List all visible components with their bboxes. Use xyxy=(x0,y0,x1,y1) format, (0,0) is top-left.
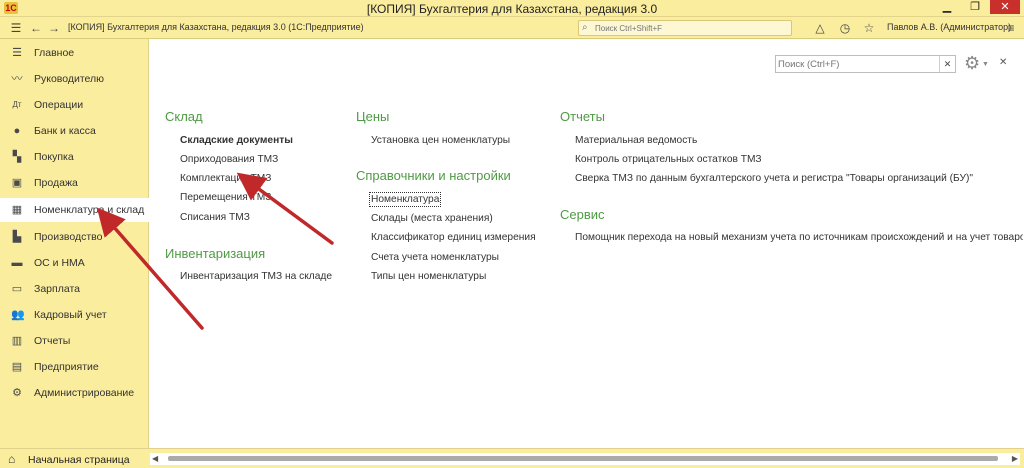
chart-icon: 〰 xyxy=(11,73,23,85)
global-search-input[interactable] xyxy=(595,22,787,34)
sidebar-item-label: Администрирование xyxy=(34,387,135,399)
sidebar-item-os-nma[interactable]: ▬ ОС и НМА xyxy=(0,251,149,275)
link-inventarizatsiya[interactable]: Инвентаризация ТМЗ на складе xyxy=(180,271,332,282)
link-spisaniya[interactable]: Списания ТМЗ xyxy=(180,212,250,223)
sidebar-item-glavnoe[interactable]: ☰ Главное xyxy=(0,41,149,65)
home-tab[interactable]: ⌂ Начальная страница xyxy=(0,449,149,468)
sidebar-item-kadry[interactable]: 👥 Кадровый учет xyxy=(0,303,149,327)
bottom-bar: ⌂ Начальная страница ◀ ▶ xyxy=(0,448,1024,468)
sidebar-item-label: Предприятие xyxy=(34,361,99,373)
section-title-otchety: Отчеты xyxy=(560,109,605,124)
sidebar-item-otchety[interactable]: ▥ Отчеты xyxy=(0,329,149,353)
panel-search-input[interactable] xyxy=(778,58,936,70)
scrollbar-thumb[interactable] xyxy=(168,456,998,461)
bar-chart-icon: ▥ xyxy=(11,335,23,347)
link-pomoshchnik-perekhoda[interactable]: Помощник перехода на новый механизм учет… xyxy=(575,232,1023,243)
app-subtitle: [КОПИЯ] Бухгалтерия для Казахстана, реда… xyxy=(68,22,364,32)
sidebar-item-proizvodstvo[interactable]: ▙ Производство xyxy=(0,225,149,249)
sidebar-item-label: Покупка xyxy=(34,151,74,163)
title-bar: 1С [КОПИЯ] Бухгалтерия для Казахстана, р… xyxy=(0,0,1024,17)
current-user[interactable]: Павлов А.В. (Администратор) xyxy=(887,22,1011,32)
bag-icon: ▣ xyxy=(11,177,23,189)
link-oprikhodovaniya[interactable]: Оприходования ТМЗ xyxy=(180,154,278,165)
link-tipy-tsen[interactable]: Типы цен номенклатуры xyxy=(371,271,486,282)
section-title-inventarizatsiya: Инвентаризация xyxy=(165,246,266,261)
building-icon: ▤ xyxy=(11,361,23,373)
sidebar-item-label: Зарплата xyxy=(34,283,80,295)
sidebar-item-label: Производство xyxy=(34,231,103,243)
search-icon: ⌕ xyxy=(582,22,588,33)
sidebar-item-label: Банк и касса xyxy=(34,125,96,137)
minimize-icon[interactable]: ▁ xyxy=(938,0,956,14)
forward-icon[interactable]: → xyxy=(46,20,62,36)
sidebar-item-label: Главное xyxy=(34,47,75,59)
global-search[interactable]: ⌕ xyxy=(578,20,792,36)
home-tab-label: Начальная страница xyxy=(28,454,130,466)
scroll-right-icon[interactable]: ▶ xyxy=(1012,454,1018,463)
sidebar-item-label: Отчеты xyxy=(34,335,71,347)
cart-icon: ▚ xyxy=(12,151,22,163)
link-ustanovka-tsen[interactable]: Установка цен номенклатуры xyxy=(371,135,510,146)
horizontal-scrollbar[interactable]: ◀ ▶ xyxy=(150,453,1020,465)
sidebar-item-label: Номенклатура и склад xyxy=(34,204,145,216)
settings-menu-icon[interactable]: ≡ xyxy=(1003,20,1019,36)
sidebar-item-label: Операции xyxy=(34,99,84,111)
grid-icon: ▦ xyxy=(11,204,23,216)
link-nomenklatura[interactable]: Номенклатура xyxy=(368,192,442,207)
menu-icon[interactable]: ☰ xyxy=(8,20,24,36)
sidebar-item-nomenklatura[interactable]: ▦ Номенклатура и склад xyxy=(0,198,149,222)
link-sklady[interactable]: Склады (места хранения) xyxy=(371,213,493,224)
link-komplektatsii[interactable]: Комплектации ТМЗ xyxy=(180,173,271,184)
gear-icon: ⚙ xyxy=(12,387,22,399)
window-title: [КОПИЯ] Бухгалтерия для Казахстана, реда… xyxy=(366,2,658,16)
sidebar-item-pokupka[interactable]: ▚ Покупка xyxy=(0,145,149,169)
money-icon: ● xyxy=(13,125,21,137)
panel-settings-icon[interactable]: ⚙ xyxy=(964,54,980,72)
panel-search[interactable]: ✕ xyxy=(775,55,956,73)
factory-icon: ▙ xyxy=(12,231,22,243)
back-icon[interactable]: ← xyxy=(28,20,44,36)
sidebar-item-label: Продажа xyxy=(34,177,78,189)
home-icon: ⌂ xyxy=(8,452,16,466)
sections-sidebar: ☰ Главное 〰 Руководителю Дт Операции ● Б… xyxy=(0,39,149,448)
link-skladskie-dokumenty[interactable]: Складские документы xyxy=(180,135,293,146)
list-icon: ☰ xyxy=(12,47,22,59)
link-materialnaya-vedomost[interactable]: Материальная ведомость xyxy=(575,135,697,146)
scroll-left-icon[interactable]: ◀ xyxy=(152,454,158,463)
sidebar-item-administrirovanie[interactable]: ⚙ Администрирование xyxy=(0,381,149,405)
section-title-spravochniki: Справочники и настройки xyxy=(356,168,511,183)
bell-icon[interactable]: △ xyxy=(812,20,828,36)
sidebar-item-prodazha[interactable]: ▣ Продажа xyxy=(0,171,149,195)
window-close-icon[interactable]: ✕ xyxy=(990,0,1020,14)
restore-icon[interactable]: ❐ xyxy=(966,0,984,14)
chevron-down-icon[interactable]: ▼ xyxy=(982,61,989,68)
sidebar-item-bank[interactable]: ● Банк и касса xyxy=(0,119,149,143)
section-title-sklad: Склад xyxy=(165,109,203,124)
history-icon[interactable]: ◷ xyxy=(837,20,853,36)
wallet-icon: ▭ xyxy=(11,283,23,295)
link-sverka-tmz[interactable]: Сверка ТМЗ по данным бухгалтерского учет… xyxy=(575,173,973,184)
section-panel: ✕ ⚙ ▼ ✕ Склад Складские документы Оприхо… xyxy=(150,39,1024,448)
link-kontrol-ostatkov[interactable]: Контроль отрицательных остатков ТМЗ xyxy=(575,154,762,165)
sidebar-item-label: ОС и НМА xyxy=(34,257,85,269)
star-icon[interactable]: ☆ xyxy=(861,20,877,36)
truck-icon: ▬ xyxy=(11,257,23,269)
sidebar-item-predpriyatie[interactable]: ▤ Предприятие xyxy=(0,355,149,379)
sidebar-item-rukovoditelyu[interactable]: 〰 Руководителю xyxy=(0,67,149,91)
sidebar-item-zarplata[interactable]: ▭ Зарплата xyxy=(0,277,149,301)
link-scheta-ucheta[interactable]: Счета учета номенклатуры xyxy=(371,252,499,263)
sidebar-item-operatsii[interactable]: Дт Операции xyxy=(0,93,149,117)
panel-close-icon[interactable]: ✕ xyxy=(999,57,1007,68)
sidebar-item-label: Руководителю xyxy=(34,73,105,85)
sidebar-item-label: Кадровый учет xyxy=(34,309,107,321)
section-title-tseny: Цены xyxy=(356,109,390,124)
link-klassifikator-edinits[interactable]: Классификатор единиц измерения xyxy=(371,232,536,243)
top-toolbar: ☰ ← → [КОПИЯ] Бухгалтерия для Казахстана… xyxy=(0,17,1024,39)
people-icon: 👥 xyxy=(11,309,25,321)
clear-search-icon[interactable]: ✕ xyxy=(939,56,955,72)
link-peremeshcheniya[interactable]: Перемещения ТМЗ xyxy=(180,192,271,203)
section-title-servis: Сервис xyxy=(560,207,605,222)
dt-kt-icon: Дт xyxy=(12,100,22,109)
